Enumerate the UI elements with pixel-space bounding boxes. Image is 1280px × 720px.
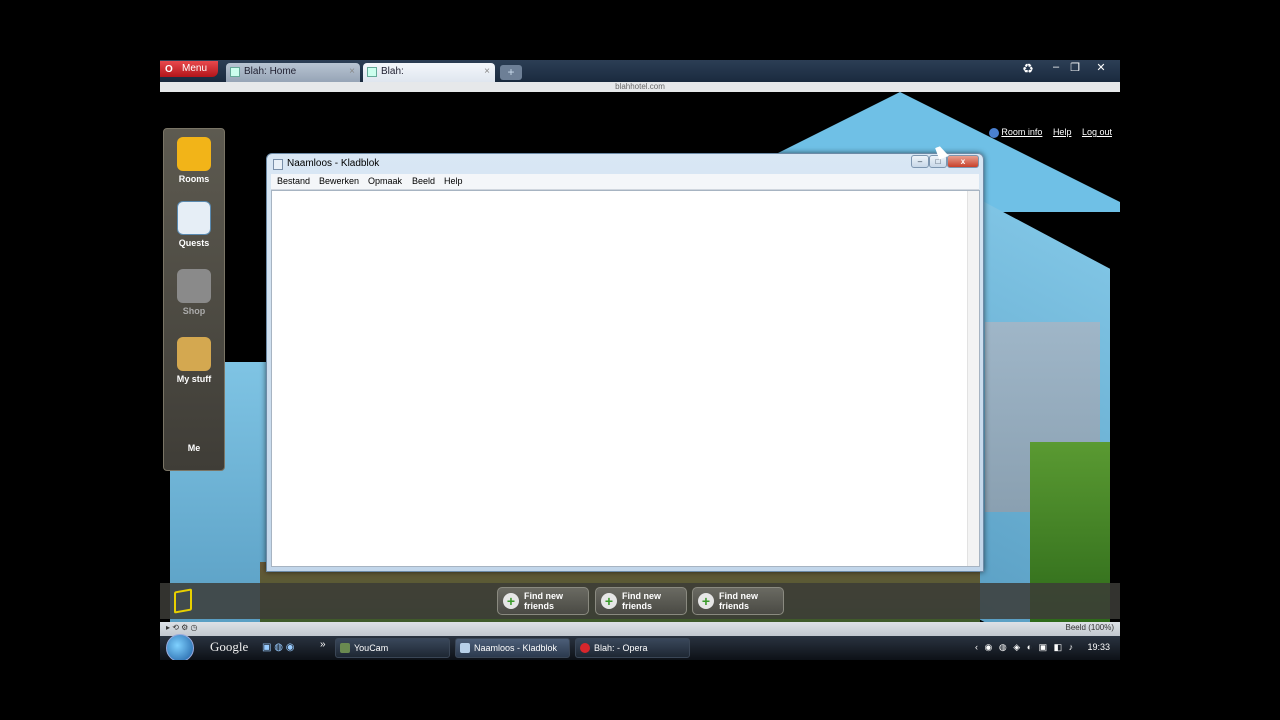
page-icon [230, 67, 240, 77]
sidebar-item-label: Quests [178, 238, 210, 248]
page-icon [367, 67, 377, 77]
vertical-scrollbar[interactable] [967, 191, 979, 566]
room-links: Room info Help Log out [981, 127, 1112, 138]
plus-icon: + [601, 593, 617, 609]
close-window-button[interactable]: ✕ [1093, 61, 1109, 74]
opera-icon [580, 643, 590, 653]
trash-icon[interactable]: ♻ [1020, 61, 1036, 77]
opera-menu-button[interactable]: O Menu [160, 61, 218, 77]
new-tab-button[interactable]: + [500, 65, 522, 80]
close-button[interactable]: x [947, 155, 979, 168]
tab-label: Blah: [381, 66, 404, 77]
game-bottom-bar: + Find new friends + Find new friends + … [160, 583, 1120, 619]
browser-status-bar: ▸ ⟲ ⚙ ◷ Beeld (100%) [160, 622, 1120, 636]
sidebar-item-label: Me [187, 443, 201, 453]
quests-icon [177, 201, 211, 235]
clock[interactable]: 19:33 [1087, 642, 1110, 652]
task-notepad[interactable]: Naamloos - Kladblok [455, 638, 570, 658]
menu-bar: Bestand Bewerken Opmaak Beeld Help [271, 174, 979, 190]
tab-label: Blah: Home [244, 66, 297, 77]
help-link[interactable]: Help [1053, 127, 1072, 137]
sidebar-item-label: Rooms [178, 174, 210, 184]
sidebar-item-my-stuff[interactable]: My stuff [164, 337, 224, 384]
rooms-icon [177, 137, 211, 171]
minimize-button[interactable]: – [911, 155, 929, 168]
window-title: Naamloos - Kladblok [287, 158, 380, 169]
screen: O Menu Blah: Home × Blah: × + ♻ – ❐ ✕ bl… [160, 60, 1120, 660]
notepad-icon [460, 643, 470, 653]
close-tab-icon[interactable]: × [349, 63, 355, 81]
browser-tab-bar: O Menu Blah: Home × Blah: × + ♻ – ❐ ✕ [160, 60, 1120, 82]
plus-icon: + [503, 593, 519, 609]
menu-bewerken[interactable]: Bewerken [319, 176, 359, 186]
shop-cart-icon [177, 269, 211, 303]
game-sidebar: Rooms Quests Shop My stuff Me [163, 128, 225, 471]
room-info-link[interactable]: Room info [1001, 127, 1042, 137]
notepad-window[interactable]: Naamloos - Kladblok – □ x Bestand Bewerk… [266, 153, 984, 572]
menu-help[interactable]: Help [444, 176, 463, 186]
quick-launch-icons[interactable]: ▣ ◍ ◉ [262, 642, 294, 653]
minimize-window-button[interactable]: – [1048, 61, 1064, 73]
tab-blah-home[interactable]: Blah: Home × [226, 63, 360, 82]
sidebar-item-quests[interactable]: Quests [164, 201, 224, 248]
find-friends-button[interactable]: + Find new friends [692, 587, 784, 615]
windows-taskbar: Google ▣ ◍ ◉ » YouCam Naamloos - Kladblo… [160, 634, 1120, 660]
sidebar-item-shop[interactable]: Shop [164, 269, 224, 316]
sidebar-item-rooms[interactable]: Rooms [164, 137, 224, 184]
address-bar[interactable]: blahhotel.com [160, 82, 1120, 92]
find-friends-button[interactable]: + Find new friends [497, 587, 589, 615]
start-button[interactable] [166, 634, 194, 660]
sidebar-item-label: Shop [182, 306, 206, 316]
menu-opmaak[interactable]: Opmaak [368, 176, 402, 186]
google-search-label[interactable]: Google [210, 639, 248, 655]
youcam-icon [340, 643, 350, 653]
find-friends-button[interactable]: + Find new friends [595, 587, 687, 615]
restore-window-button[interactable]: ❐ [1067, 61, 1083, 74]
system-tray-icons[interactable]: ‹ ◉ ◍ ◈ ◐ ▣ ◧ ♪ [975, 642, 1075, 653]
overflow-chevron-icon[interactable]: » [320, 639, 326, 650]
text-editor-area[interactable] [271, 190, 980, 567]
menu-bestand[interactable]: Bestand [277, 176, 310, 186]
box-icon [177, 337, 211, 371]
logout-link[interactable]: Log out [1082, 127, 1112, 137]
tab-blah[interactable]: Blah: × [363, 63, 495, 82]
task-youcam[interactable]: YouCam [335, 638, 450, 658]
zoom-indicator[interactable]: Beeld (100%) [1066, 623, 1114, 632]
info-icon [989, 127, 1000, 138]
navigator-icon[interactable] [174, 588, 192, 614]
sidebar-item-label: My stuff [176, 374, 212, 384]
sidebar-item-me[interactable]: Me [164, 443, 224, 453]
notepad-icon [273, 159, 283, 170]
close-tab-icon[interactable]: × [484, 63, 490, 81]
panel-toggle-icon[interactable]: ▸ ⟲ ⚙ ◷ [166, 623, 198, 632]
task-opera[interactable]: Blah: - Opera [575, 638, 690, 658]
plus-icon: + [698, 593, 714, 609]
menu-beeld[interactable]: Beeld [412, 176, 435, 186]
opera-logo-icon: O [165, 64, 173, 75]
menu-label: Menu [182, 63, 208, 74]
